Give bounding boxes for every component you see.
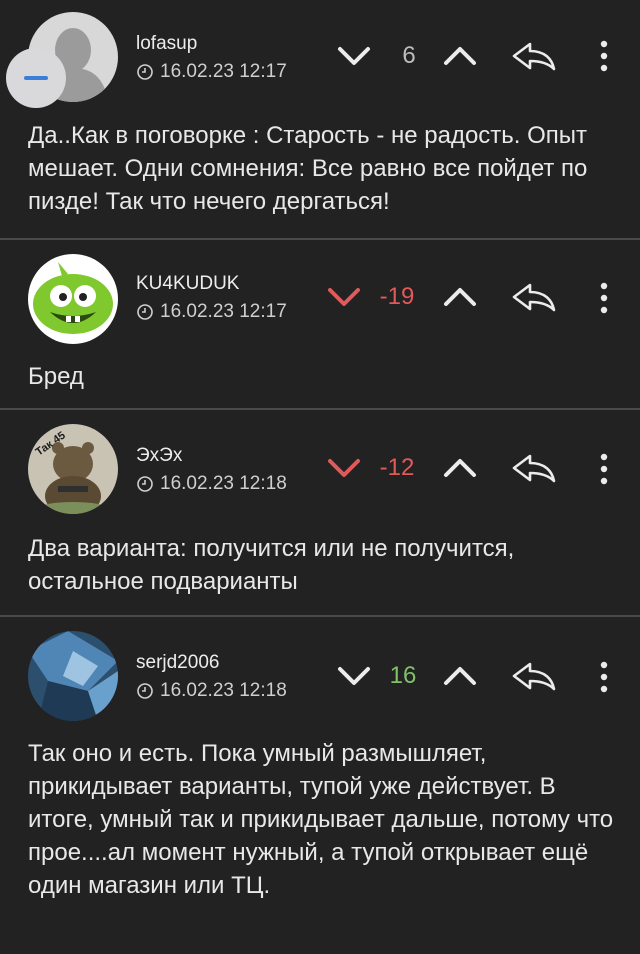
comment-text: Бред	[28, 363, 84, 390]
avatar[interactable]	[28, 254, 118, 344]
upvote-icon[interactable]	[440, 40, 480, 72]
bear-illustration-avatar-icon	[28, 424, 118, 514]
downvote-icon[interactable]	[334, 40, 374, 72]
blue-abstract-avatar-icon	[28, 631, 118, 721]
comment-timestamp: 16.02.23 12:18	[136, 473, 287, 495]
downvote-icon[interactable]	[324, 281, 364, 313]
comment: Так 45 ЭхЭх 16.02.23 12:18 -12 Два вариа…	[0, 410, 640, 617]
comment-text: Так оно и есть. Пока умный размышляет, п…	[28, 740, 614, 899]
comment-author[interactable]: KU4KUDUK	[136, 273, 239, 295]
comment-score: -12	[379, 454, 415, 481]
minus-icon	[24, 76, 48, 80]
comment-timestamp: 16.02.23 12:17	[136, 301, 287, 323]
reply-icon[interactable]	[510, 40, 558, 72]
comment-author[interactable]: serjd2006	[136, 652, 219, 674]
comment-date: 16.02.23 12:17	[160, 61, 287, 82]
comment-date: 16.02.23 12:17	[160, 301, 287, 322]
avatar[interactable]	[28, 631, 118, 721]
comment-author[interactable]: lofasup	[136, 33, 197, 55]
clock-icon	[137, 476, 153, 492]
comment-score: -19	[379, 283, 415, 310]
comment-date: 16.02.23 12:18	[160, 473, 287, 494]
comment-date: 16.02.23 12:18	[160, 680, 287, 701]
comment: lofasup 16.02.23 12:17 6 Да..Как в погов…	[0, 0, 640, 240]
clock-icon	[137, 304, 153, 320]
downvote-icon[interactable]	[324, 452, 364, 484]
comment-text: Да..Как в поговорке : Старость - не радо…	[28, 122, 588, 215]
reply-icon[interactable]	[510, 452, 558, 484]
green-monster-avatar-icon	[28, 254, 118, 344]
comment-timestamp: 16.02.23 12:18	[136, 680, 287, 702]
clock-icon	[137, 683, 153, 699]
comment: KU4KUDUK 16.02.23 12:17 -19 Бред	[0, 240, 640, 410]
comment-score: 16	[389, 662, 417, 689]
comment-author[interactable]: ЭхЭх	[136, 445, 182, 467]
avatar[interactable]: Так 45	[28, 424, 118, 514]
collapse-thread-button[interactable]	[6, 48, 66, 108]
more-options-icon[interactable]	[596, 280, 612, 316]
clock-icon	[137, 64, 153, 80]
downvote-icon[interactable]	[334, 660, 374, 692]
reply-icon[interactable]	[510, 660, 558, 692]
reply-icon[interactable]	[510, 281, 558, 313]
upvote-icon[interactable]	[440, 281, 480, 313]
more-options-icon[interactable]	[596, 451, 612, 487]
more-options-icon[interactable]	[596, 38, 612, 74]
comment-text: Два варианта: получится или не получится…	[28, 535, 515, 595]
comment-timestamp: 16.02.23 12:17	[136, 61, 287, 83]
upvote-icon[interactable]	[440, 452, 480, 484]
upvote-icon[interactable]	[440, 660, 480, 692]
more-options-icon[interactable]	[596, 659, 612, 695]
comment: serjd2006 16.02.23 12:18 16 Так оно и ес…	[0, 617, 640, 954]
comment-score: 6	[402, 42, 416, 69]
